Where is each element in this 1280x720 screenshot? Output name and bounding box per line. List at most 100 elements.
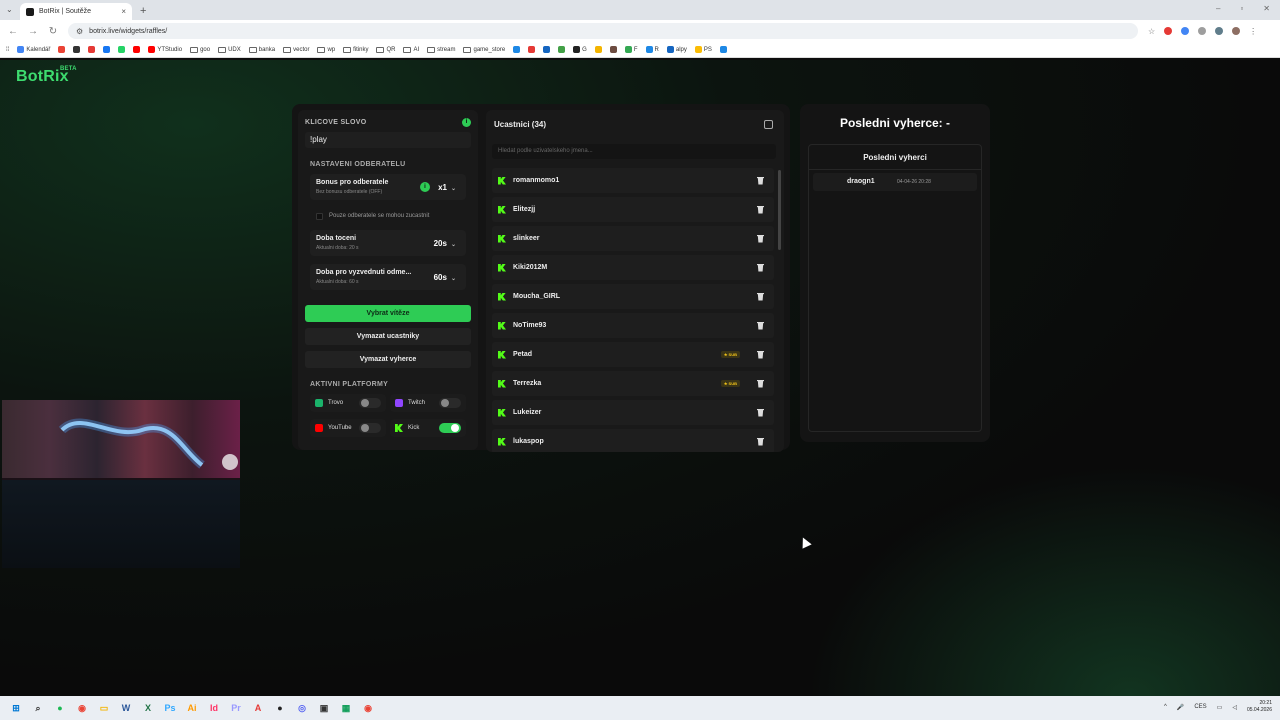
trash-icon[interactable]	[757, 205, 764, 214]
tab-close-icon[interactable]: ×	[121, 7, 126, 16]
reload-icon[interactable]: ↻	[48, 26, 58, 37]
bookmark-item[interactable]	[543, 46, 551, 53]
subs-only-checkbox[interactable]	[316, 212, 323, 220]
bookmark-folder[interactable]: fitinky	[343, 46, 368, 53]
trash-icon[interactable]	[757, 292, 764, 301]
bookmark-item[interactable]	[594, 46, 602, 53]
twitch-toggle[interactable]	[439, 398, 461, 408]
bookmark-item[interactable]: YTStudio	[148, 46, 182, 53]
taskbar-app-icon[interactable]: A	[250, 700, 266, 716]
claim-time-select[interactable]: 60s ⌄	[434, 273, 456, 282]
bookmark-folder[interactable]: vector	[283, 46, 309, 53]
bonus-select[interactable]: x1 ⌄	[438, 183, 456, 192]
bookmark-folder[interactable]: AI	[403, 46, 419, 53]
trash-icon[interactable]	[757, 263, 764, 272]
participant-search-input[interactable]: Hledat podle uzivatelskeho jmena...	[492, 144, 776, 159]
taskbar-app-icon[interactable]: ⊞	[8, 700, 24, 716]
taskbar-app-icon[interactable]: Ps	[162, 700, 178, 716]
trash-icon[interactable]	[757, 437, 764, 446]
bookmark-item[interactable]	[58, 46, 66, 53]
forward-icon[interactable]: →	[28, 26, 38, 37]
bookmark-item[interactable]	[528, 46, 536, 53]
bookmark-folder[interactable]: wp	[317, 46, 335, 53]
taskbar-app-icon[interactable]: Ai	[184, 700, 200, 716]
trash-icon[interactable]	[757, 408, 764, 417]
bookmark-item[interactable]: alpy	[666, 46, 687, 53]
tab-search-icon[interactable]: ⌄	[6, 5, 13, 14]
trash-icon[interactable]	[757, 379, 764, 388]
taskbar-app-icon[interactable]: ●	[52, 700, 68, 716]
trash-icon[interactable]	[757, 234, 764, 243]
botrix-logo[interactable]: BotRix BETA	[16, 66, 77, 86]
keyword-input[interactable]: !play	[305, 132, 471, 148]
clock[interactable]: 20:21 05.04.2026	[1247, 700, 1272, 714]
taskbar-app-icon[interactable]: ●	[272, 700, 288, 716]
taskbar-app-icon[interactable]: ▭	[96, 700, 112, 716]
apps-icon[interactable]: ⁞⁞	[6, 47, 9, 53]
clear-participants-button[interactable]: Vymazat ucastniky	[305, 328, 471, 345]
taskbar-app-icon[interactable]: Id	[206, 700, 222, 716]
taskbar-app-icon[interactable]: ▣	[316, 700, 332, 716]
bookmark-item[interactable]	[513, 46, 521, 53]
browser-tab[interactable]: BotRix | Soutěže ×	[20, 3, 132, 20]
bookmark-item[interactable]	[133, 46, 141, 53]
bookmark-item[interactable]	[118, 46, 126, 53]
taskbar-app-icon[interactable]: ◉	[74, 700, 90, 716]
opera-extension-icon[interactable]	[1164, 27, 1173, 35]
minimize-icon[interactable]: –	[1216, 4, 1220, 13]
info-icon[interactable]: i	[462, 118, 471, 127]
bookmark-folder[interactable]: banka	[248, 46, 275, 53]
back-icon[interactable]: ←	[8, 26, 18, 37]
taskbar-app-icon[interactable]: ⌕	[30, 700, 46, 716]
bookmark-star-icon[interactable]: ☆	[1148, 27, 1155, 36]
bookmark-item[interactable]	[719, 46, 727, 53]
trovo-toggle[interactable]	[359, 398, 381, 408]
site-info-icon[interactable]: ⚙	[76, 27, 83, 36]
pick-winner-button[interactable]: Vybrat vítěze	[305, 305, 471, 322]
translate-extension-icon[interactable]	[1181, 27, 1190, 35]
tray-overflow-icon[interactable]: ^	[1164, 704, 1167, 710]
new-tab-button[interactable]: +	[140, 3, 146, 20]
bookmark-folder[interactable]: UDX	[218, 46, 241, 53]
volume-icon[interactable]: ◁	[1232, 704, 1237, 711]
bookmark-item[interactable]: Kalendář	[17, 46, 50, 53]
microphone-icon[interactable]: 🎤	[1177, 704, 1184, 711]
profile-avatar-icon[interactable]	[1232, 27, 1241, 35]
taskbar-app-icon[interactable]: W	[118, 700, 134, 716]
url-field[interactable]: ⚙ botrix.live/widgets/raffles/	[68, 23, 1138, 39]
youtube-toggle[interactable]	[359, 423, 381, 433]
kick-toggle[interactable]	[439, 423, 461, 433]
bookmark-item[interactable]: F	[624, 46, 638, 53]
bookmark-item[interactable]: PS	[694, 46, 712, 53]
taskbar-app-icon[interactable]: ▦	[338, 700, 354, 716]
close-window-icon[interactable]: ✕	[1263, 4, 1270, 13]
bookmark-item[interactable]	[558, 46, 566, 53]
bonus-info-icon[interactable]: i	[420, 182, 430, 192]
bookmark-folder[interactable]: QR	[376, 46, 395, 53]
extension-icon[interactable]	[1198, 27, 1207, 35]
trash-icon[interactable]	[757, 350, 764, 359]
menu-kebab-icon[interactable]: ⋮	[1249, 27, 1257, 36]
bookmark-item[interactable]	[73, 46, 81, 53]
taskbar-app-icon[interactable]: Pr	[228, 700, 244, 716]
taskbar-app-icon[interactable]: X	[140, 700, 156, 716]
bookmark-item[interactable]	[103, 46, 111, 53]
taskbar-app-icon[interactable]: ◉	[360, 700, 376, 716]
puzzle-icon[interactable]	[1215, 27, 1224, 35]
bookmark-item[interactable]: R	[645, 46, 659, 53]
maximize-icon[interactable]: ▫	[1240, 4, 1243, 13]
trash-icon[interactable]	[757, 321, 764, 330]
bookmark-item[interactable]	[88, 46, 96, 53]
network-icon[interactable]: ▭	[1217, 704, 1223, 711]
copy-icon[interactable]	[764, 120, 773, 129]
bookmark-folder[interactable]: game_store	[463, 46, 505, 53]
participant-scrollbar[interactable]	[778, 170, 781, 250]
bookmark-item[interactable]: G	[573, 46, 587, 53]
language-indicator[interactable]: CES	[1194, 704, 1206, 710]
clear-winners-button[interactable]: Vymazat vyherce	[305, 351, 471, 368]
taskbar-app-icon[interactable]: ◎	[294, 700, 310, 716]
spin-time-select[interactable]: 20s ⌄	[434, 239, 456, 248]
bookmark-folder[interactable]: goo	[190, 46, 210, 53]
bookmark-folder[interactable]: stream	[427, 46, 455, 53]
trash-icon[interactable]	[757, 176, 764, 185]
